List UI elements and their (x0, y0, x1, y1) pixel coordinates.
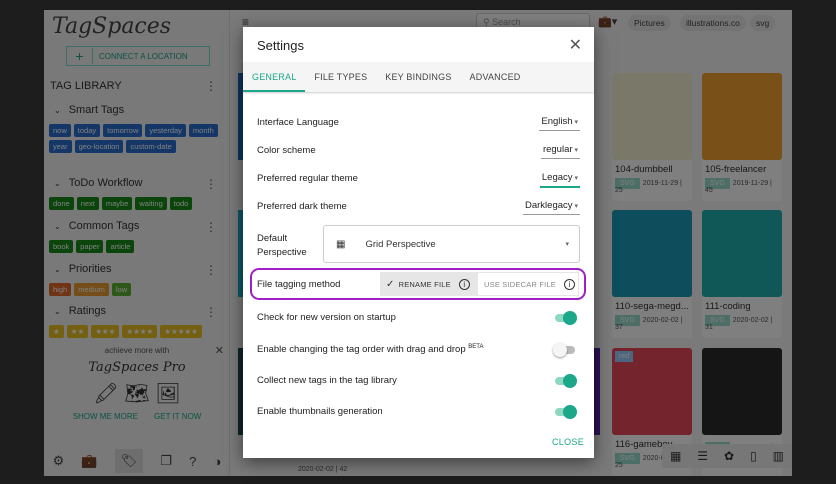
language-select[interactable]: English (539, 116, 580, 131)
rename-file-button[interactable]: ✓ RENAME FILE i (380, 272, 477, 296)
dark-theme-label: Preferred dark theme (257, 201, 347, 212)
chevron-down-icon: ▾ (565, 241, 569, 248)
dark-theme-select[interactable]: Darklegacy (523, 200, 580, 215)
check-icon: ✓ (386, 278, 395, 290)
tab-key-bindings[interactable]: KEY BINDINGS (376, 62, 460, 92)
toggle-label: Collect new tags in the tag library (257, 375, 397, 386)
toggle-label: Check for new version on startup (257, 312, 396, 323)
beta-badge: BETA (468, 344, 484, 350)
color-scheme-select[interactable]: regular (540, 144, 580, 159)
toggle-switch[interactable] (555, 311, 577, 325)
toggle-switch[interactable] (553, 343, 575, 357)
regular-theme-label: Preferred regular theme (257, 173, 358, 184)
info-icon[interactable]: i (458, 278, 470, 290)
use-sidecar-file-button[interactable]: USE SIDECAR FILE i (477, 272, 579, 296)
regular-theme-select[interactable]: Legacy (539, 172, 580, 188)
perspective-label: Default Perspective (257, 233, 307, 258)
toggle-label: Enable thumbnails generation (257, 406, 383, 417)
grid-icon: ▦ (336, 238, 346, 250)
toggle-label: Enable changing the tag order with drag … (257, 344, 484, 355)
color-scheme-label: Color scheme (257, 145, 316, 156)
toggle-text: Collect new tags in the tag library (257, 375, 397, 386)
tab-advanced[interactable]: ADVANCED (461, 62, 530, 92)
perspective-value: Grid Perspective (365, 238, 436, 250)
sidecar-label: USE SIDECAR FILE (484, 279, 556, 289)
tab-general[interactable]: GENERAL (243, 62, 306, 92)
toggle-switch[interactable] (555, 405, 577, 419)
default-perspective-select[interactable]: ▦ Grid Perspective ▾ (323, 225, 580, 263)
file-tagging-label: File tagging method (257, 279, 341, 290)
info-icon[interactable]: i (563, 278, 575, 290)
tab-file-types[interactable]: FILE TYPES (305, 62, 376, 92)
toggle-text: Enable thumbnails generation (257, 406, 383, 417)
rename-file-label: RENAME FILE (398, 279, 451, 289)
dialog-title: Settings (257, 38, 304, 53)
toggle-text: Enable changing the tag order with drag … (257, 344, 466, 356)
settings-tabs: GENERAL FILE TYPES KEY BINDINGS ADVANCED (243, 62, 594, 92)
close-icon[interactable]: ✕ (569, 35, 582, 55)
language-label: Interface Language (257, 117, 339, 128)
settings-dialog: Settings ✕ GENERAL FILE TYPES KEY BINDIN… (243, 27, 594, 458)
toggle-switch[interactable] (555, 374, 577, 388)
toggle-text: Check for new version on startup (257, 312, 396, 323)
close-button[interactable]: CLOSE (552, 437, 584, 447)
